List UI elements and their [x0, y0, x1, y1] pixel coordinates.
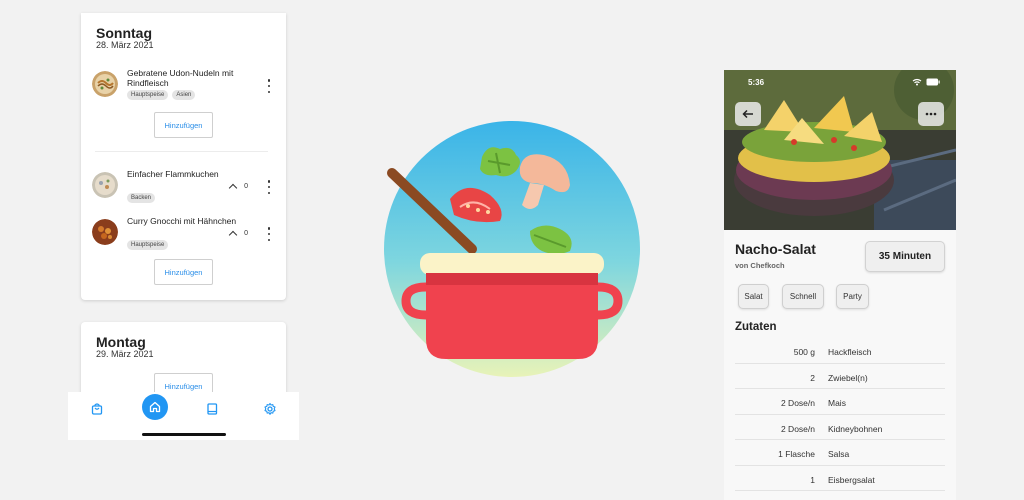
meal-thumbnail	[92, 219, 118, 245]
meal-tag: Asien	[172, 90, 196, 100]
category-chip[interactable]: Party	[836, 284, 869, 309]
arrow-left-icon	[742, 109, 753, 119]
upvote-icon[interactable]	[228, 230, 238, 240]
ingredient-amount: 500 g	[793, 347, 815, 357]
day-title: Montag	[96, 334, 146, 350]
ingredient-row: 2 Zwiebel(n)	[735, 364, 945, 389]
recipe-detail-screen: 5:36 Nacho-Salat von Chefkoch 35 Minuten…	[724, 70, 956, 500]
ingredient-row: 1 Flasche Salsa	[735, 440, 945, 466]
day-card-monday: Montag 29. März 2021 Hinzufügen	[81, 322, 286, 402]
ingredient-name: Hackfleisch	[828, 347, 872, 357]
recipe-author: von Chefkoch	[735, 261, 785, 270]
ingredient-row: 500 g Hackfleisch	[735, 338, 945, 364]
more-options-icon[interactable]	[264, 180, 274, 194]
ingredients-heading: Zutaten	[735, 321, 777, 333]
more-horizontal-icon	[925, 112, 937, 116]
ingredient-name: Mais	[828, 398, 846, 408]
ingredient-row: 2 Dose/n Kidneybohnen	[735, 415, 945, 440]
ingredient-name: Eisbergsalat	[828, 474, 875, 485]
category-chip[interactable]: Schnell	[782, 284, 824, 309]
meal-plan-screen: Sonntag 28. März 2021 Gebratene Udon-Nud…	[68, 0, 299, 440]
ingredient-amount: 1 Flasche	[778, 449, 815, 459]
meal-tag: Backen	[127, 193, 156, 203]
upvote-icon[interactable]	[228, 183, 238, 193]
day-date: 28. März 2021	[96, 40, 154, 50]
add-meal-button[interactable]: Hinzufügen	[154, 112, 213, 138]
add-suggestion-button[interactable]: Hinzufügen	[154, 259, 213, 285]
ingredient-amount: 2	[810, 372, 815, 383]
recipe-image	[724, 70, 956, 230]
divider	[95, 151, 268, 152]
status-icons	[912, 78, 940, 86]
ingredient-row: 2 Dose/n Mais	[735, 389, 945, 415]
meal-name: Curry Gnocchi mit Hähnchen	[127, 216, 237, 226]
suggestion-item[interactable]: Curry Gnocchi mit Hähnchen Hauptspeise 0	[92, 216, 278, 252]
ingredient-name: Zwiebel(n)	[828, 372, 868, 383]
meal-thumbnail	[92, 172, 118, 198]
cooking-pot-logo	[384, 121, 640, 377]
meal-item[interactable]: Gebratene Udon-Nudeln mit Rindfleisch Ha…	[92, 68, 278, 104]
day-card-sunday: Sonntag 28. März 2021 Gebratene Udon-Nud…	[81, 13, 286, 300]
status-time: 5:36	[748, 78, 765, 87]
ingredient-name: Salsa	[828, 449, 850, 459]
meal-name: Gebratene Udon-Nudeln mit Rindfleisch	[127, 68, 234, 88]
ingredient-amount: 1	[810, 474, 815, 485]
cooking-time-button[interactable]: 35 Minuten	[865, 241, 945, 272]
suggestion-item[interactable]: Einfacher Flammkuchen Backen 0	[92, 169, 278, 205]
ingredients-table: 500 g Hackfleisch 2 Zwiebel(n) 2 Dose/n …	[735, 338, 945, 491]
day-title: Sonntag	[96, 25, 152, 41]
more-options-icon[interactable]	[264, 227, 274, 241]
battery-icon	[926, 78, 940, 86]
meal-name: Einfacher Flammkuchen	[127, 169, 219, 179]
meal-thumbnail	[92, 71, 118, 97]
book-icon[interactable]	[205, 402, 219, 416]
vote-control[interactable]: 0	[228, 182, 248, 193]
bottom-navigation	[68, 392, 299, 440]
ingredient-row: 1 Eisbergsalat	[735, 466, 945, 491]
recipe-title: Nacho-Salat	[735, 241, 816, 257]
meal-tag: Hauptspeise	[127, 90, 169, 100]
ingredient-name: Kidneybohnen	[828, 423, 883, 434]
ingredient-amount: 2 Dose/n	[780, 423, 815, 434]
more-button[interactable]	[918, 102, 944, 126]
vote-count: 0	[244, 230, 248, 237]
ingredient-amount: 2 Dose/n	[780, 398, 815, 408]
shopping-bag-icon[interactable]	[90, 402, 104, 416]
vote-count: 0	[244, 183, 248, 190]
day-date: 29. März 2021	[96, 349, 154, 359]
home-indicator	[142, 433, 226, 436]
vote-control[interactable]: 0	[228, 229, 248, 240]
settings-icon[interactable]	[263, 402, 277, 416]
category-chip[interactable]: Salat	[738, 284, 769, 309]
home-icon[interactable]	[142, 394, 168, 420]
wifi-icon	[912, 78, 922, 86]
more-options-icon[interactable]	[264, 79, 274, 93]
back-button[interactable]	[735, 102, 761, 126]
meal-tag: Hauptspeise	[127, 240, 169, 250]
